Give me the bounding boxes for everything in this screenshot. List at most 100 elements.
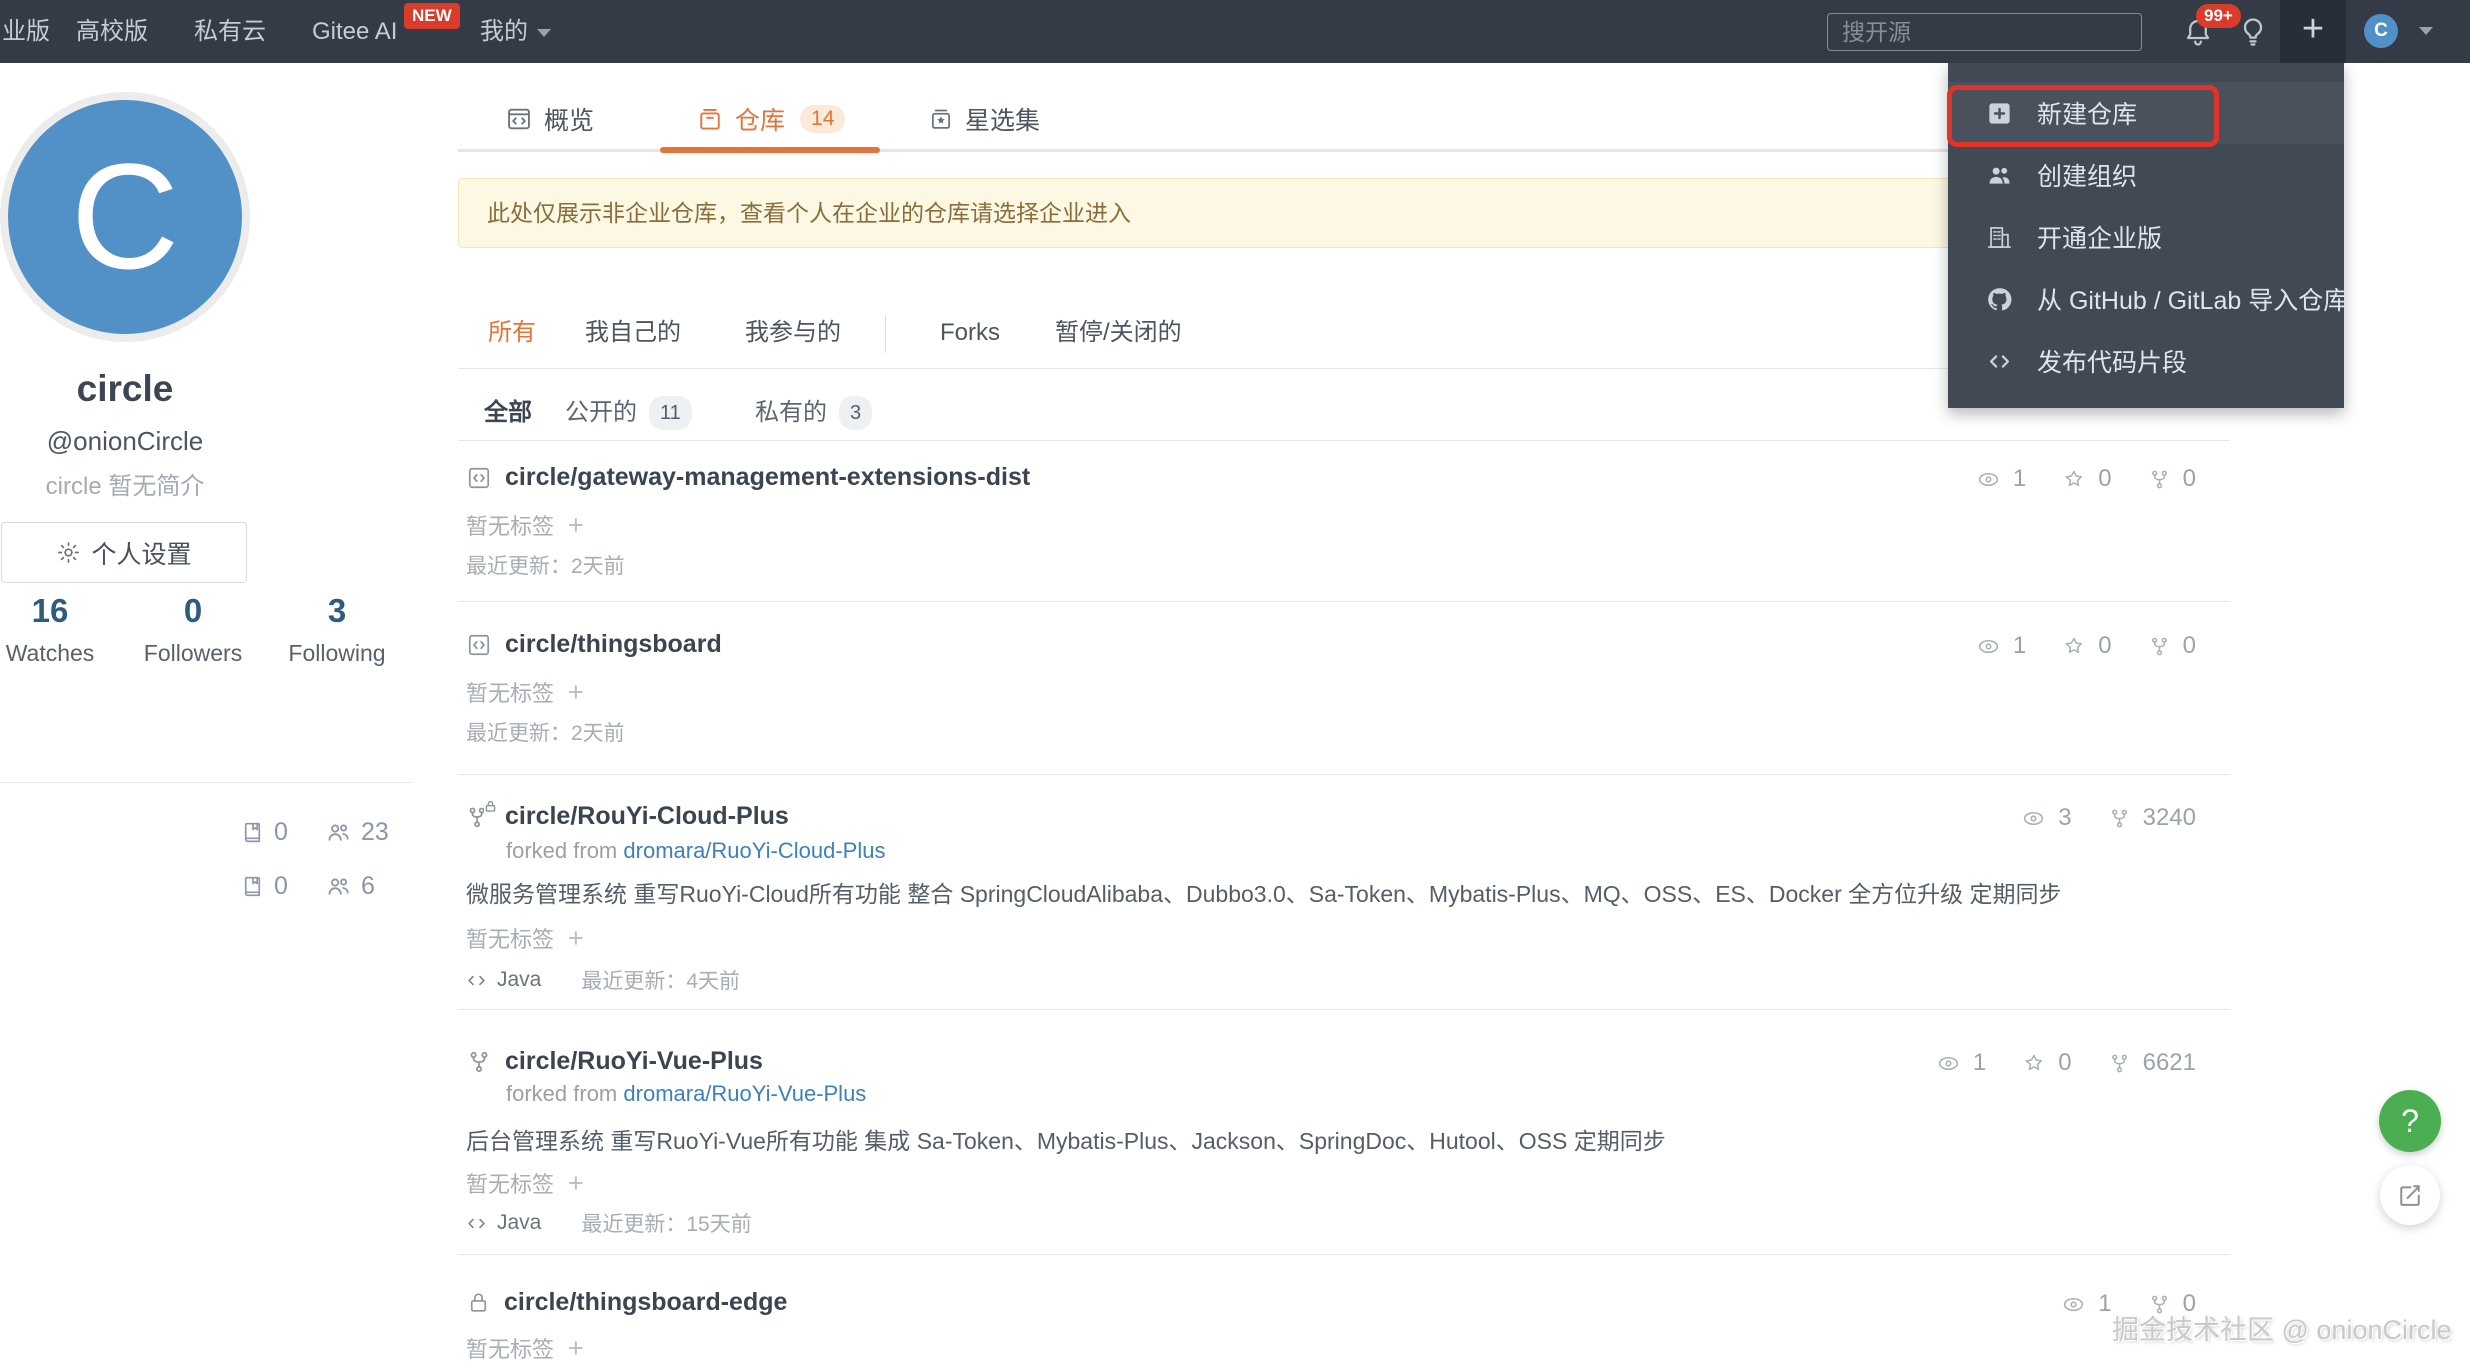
fork-count[interactable]: 0 [2148, 632, 2196, 660]
menu-item-new-repo[interactable]: 新建仓库 [1947, 82, 2344, 147]
star-count[interactable]: 0 [2062, 465, 2112, 493]
code-icon [466, 1213, 487, 1234]
filter-forks[interactable]: Forks [940, 318, 1000, 348]
fork-count[interactable]: 3240 [2108, 804, 2196, 832]
star-box-icon [928, 106, 954, 132]
repo-meta: Java 最近更新：4天前 [466, 965, 740, 995]
eye-icon [2061, 1292, 2086, 1317]
org-member-count[interactable]: 23 [325, 818, 389, 847]
filter-paused[interactable]: 暂停/关闭的 [1055, 318, 1182, 348]
help-button[interactable]: ? [2379, 1090, 2441, 1152]
eye-icon [1976, 467, 2001, 492]
repo-updated: 最近更新：15天前 [581, 1213, 752, 1236]
add-tag-icon[interactable]: + [568, 925, 584, 952]
notification-count-badge[interactable]: 99+ [2196, 4, 2241, 28]
navbar-avatar[interactable]: C [2364, 14, 2398, 48]
add-tag-icon[interactable]: + [568, 1170, 584, 1197]
repo-link[interactable]: circle/RuoYi-Vue-Plus [505, 1047, 763, 1076]
scope-private[interactable]: 私有的 3 [755, 396, 873, 430]
stat-following[interactable]: 3 Following [287, 592, 387, 667]
nav-item-mine[interactable]: 我的 [480, 0, 551, 63]
search-input[interactable] [1827, 13, 2142, 51]
fork-icon [466, 1049, 492, 1075]
stat-followers[interactable]: 0 Followers [143, 592, 243, 667]
org-repo-count[interactable]: 0 [240, 872, 288, 901]
filter-all[interactable]: 所有 [488, 318, 536, 348]
add-tag-icon[interactable]: + [568, 679, 584, 706]
lightbulb-icon[interactable] [2236, 15, 2270, 49]
profile-avatar[interactable]: C [0, 92, 250, 342]
nav-item-gitee-ai[interactable]: Gitee AI [312, 0, 397, 63]
repo-link[interactable]: circle/gateway-management-extensions-dis… [505, 463, 1030, 492]
watch-count[interactable]: 3 [2021, 804, 2072, 832]
org-member-count[interactable]: 6 [325, 872, 375, 901]
add-tag-icon[interactable]: + [568, 512, 584, 539]
forked-from: forked from dromara/RuoYi-Cloud-Plus [506, 838, 886, 863]
repo-tags: 暂无标签 + [466, 923, 584, 953]
eye-icon [1976, 634, 2001, 659]
plus-square-icon [1986, 100, 2013, 127]
overview-icon [505, 105, 533, 133]
tab-overview[interactable]: 概览 [505, 101, 594, 137]
fork-lock-icon [466, 799, 497, 830]
avatar-chevron-down-icon[interactable] [2419, 27, 2433, 35]
repo-tags: 暂无标签 + [466, 510, 584, 540]
repo-title: circle/RuoYi-Vue-Plus [466, 1047, 763, 1076]
nav-item-enterprise[interactable]: 业版 [2, 0, 50, 63]
lock-icon [484, 799, 497, 813]
menu-item-enterprise[interactable]: 开通企业版 [1948, 206, 2344, 268]
stat-watches[interactable]: 16 Watches [0, 592, 100, 667]
filter-joined[interactable]: 我参与的 [745, 318, 841, 348]
star-count[interactable]: 0 [2022, 1049, 2072, 1077]
star-icon [2062, 467, 2086, 491]
repo-title: circle/RouYi-Cloud-Plus [466, 799, 789, 831]
repo-row: circle/thingsboard 暂无标签 + 最近更新：2天前 1 0 0 [458, 602, 2230, 775]
repo-language[interactable]: Java [497, 968, 541, 992]
code-square-icon [466, 465, 492, 491]
star-count[interactable]: 0 [2062, 632, 2112, 660]
lock-icon [466, 1290, 491, 1315]
repo-stats: 1 0 0 [1976, 465, 2196, 493]
repo-link[interactable]: circle/thingsboard-edge [504, 1288, 787, 1317]
fork-count[interactable]: 6621 [2108, 1049, 2196, 1077]
create-plus-button[interactable]: + [2280, 0, 2346, 63]
tab-star-collection[interactable]: 星选集 [928, 101, 1040, 137]
chevron-down-icon [537, 28, 551, 37]
forked-from-link[interactable]: dromara/RuoYi-Vue-Plus [623, 1081, 866, 1106]
eye-icon [1936, 1051, 1961, 1076]
sidebar-divider [0, 782, 412, 783]
personal-settings-button[interactable]: 个人设置 [1, 522, 247, 583]
feedback-button[interactable] [2380, 1165, 2440, 1225]
add-tag-icon[interactable]: + [568, 1335, 584, 1362]
repo-link[interactable]: circle/thingsboard [505, 630, 722, 659]
watch-count[interactable]: 1 [1976, 465, 2026, 493]
repo-title: circle/gateway-management-extensions-dis… [466, 463, 1030, 492]
gear-icon [56, 540, 81, 565]
repo-box-icon [696, 105, 724, 133]
repo-language[interactable]: Java [497, 1211, 541, 1235]
watch-count[interactable]: 1 [1936, 1049, 1986, 1077]
profile-username: @onionCircle [46, 426, 204, 456]
scope-public[interactable]: 公开的 11 [565, 396, 692, 430]
fork-count[interactable]: 0 [2148, 465, 2196, 493]
watch-count[interactable]: 1 [1976, 632, 2026, 660]
nav-item-education[interactable]: 高校版 [76, 0, 148, 63]
tab-repositories[interactable]: 仓库 14 [696, 101, 846, 137]
menu-item-create-org[interactable]: 创建组织 [1948, 144, 2344, 206]
nav-item-private-cloud[interactable]: 私有云 [194, 0, 266, 63]
github-icon [1986, 286, 2013, 313]
org-repo-count[interactable]: 0 [240, 818, 288, 847]
scope-all[interactable]: 全部 [484, 398, 532, 428]
menu-item-code-snippet[interactable]: 发布代码片段 [1948, 330, 2344, 392]
code-icon [1986, 348, 2013, 375]
watch-count[interactable]: 1 [2061, 1290, 2112, 1318]
forked-from-link[interactable]: dromara/RuoYi-Cloud-Plus [623, 838, 885, 863]
repo-updated: 最近更新：2天前 [466, 555, 625, 578]
star-icon [2062, 634, 2086, 658]
menu-item-import-repo[interactable]: 从 GitHub / GitLab 导入仓库 [1948, 268, 2348, 330]
filter-mine[interactable]: 我自己的 [585, 318, 681, 348]
gitee-profile-page: 业版 高校版 私有云 Gitee AI NEW 我的 99+ + C 新建仓库 [0, 0, 2470, 1372]
repo-link[interactable]: circle/RouYi-Cloud-Plus [505, 802, 789, 831]
forked-from: forked from dromara/RuoYi-Vue-Plus [506, 1081, 867, 1106]
repo-updated: 最近更新：4天前 [581, 970, 741, 993]
